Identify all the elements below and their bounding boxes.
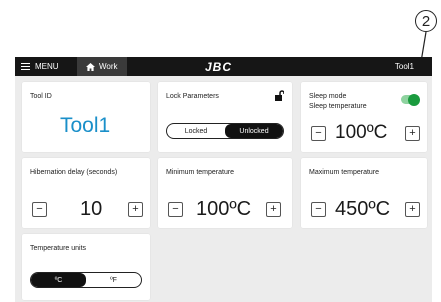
min-temp-plus-button[interactable]: + xyxy=(266,202,281,217)
fahrenheit-option[interactable]: ºF xyxy=(86,273,141,287)
hibernation-minus-button[interactable]: − xyxy=(32,202,47,217)
card-minimum-temperature: Minimum temperature − 100ºC + xyxy=(158,158,292,228)
tab-work[interactable]: Work xyxy=(77,57,127,76)
brand-logo: JBC xyxy=(205,60,233,74)
sleep-mode-toggle[interactable] xyxy=(401,93,420,106)
min-temperature-value: 100ºC xyxy=(196,198,252,220)
card-title: Tool ID xyxy=(30,93,52,100)
card-title: Lock Parameters xyxy=(166,93,219,100)
card-tool-id[interactable]: Tool ID Tool1 xyxy=(22,82,150,152)
min-temp-minus-button[interactable]: − xyxy=(168,202,183,217)
card-maximum-temperature: Maximum temperature − 450ºC + xyxy=(301,158,427,228)
max-temperature-value: 450ºC xyxy=(335,198,391,220)
lock-toggle[interactable]: Locked Unlocked xyxy=(166,123,284,139)
home-icon xyxy=(86,62,95,71)
card-title: Maximum temperature xyxy=(309,169,380,176)
hibernation-plus-button[interactable]: + xyxy=(128,202,143,217)
unlocked-option[interactable]: Unlocked xyxy=(225,124,283,138)
sleep-temperature-value: 100ºC xyxy=(335,122,388,143)
top-bar: MENU Work JBC Tool1 xyxy=(15,57,432,76)
hibernation-delay-value: 10 xyxy=(80,198,103,220)
tab-work-label: Work xyxy=(99,62,118,71)
menu-label: MENU xyxy=(35,62,59,71)
tool-title: Tool1 xyxy=(394,62,414,71)
sleep-temp-minus-button[interactable]: − xyxy=(311,126,326,141)
card-temperature-units: Temperature units ºC ºF xyxy=(22,234,150,300)
card-title: Temperature units xyxy=(30,245,87,252)
card-title: Minimum temperature xyxy=(166,169,235,176)
unlock-icon xyxy=(275,90,284,101)
parameters-panel: Tool ID Tool1 Lock Parameters Locked Unl… xyxy=(15,76,432,302)
card-title: Hibernation delay (seconds) xyxy=(30,169,118,176)
max-temp-plus-button[interactable]: + xyxy=(405,202,420,217)
sleep-temperature-label: Sleep temperature xyxy=(309,103,367,110)
card-lock-parameters: Lock Parameters Locked Unlocked xyxy=(158,82,292,152)
celsius-option[interactable]: ºC xyxy=(31,273,86,287)
card-sleep-mode: Sleep mode Sleep temperature − 100ºC + xyxy=(301,82,427,152)
max-temp-minus-button[interactable]: − xyxy=(311,202,326,217)
temperature-units-toggle[interactable]: ºC ºF xyxy=(30,272,142,288)
hamburger-icon xyxy=(21,63,30,70)
menu-button[interactable]: MENU xyxy=(15,57,77,76)
card-title: Sleep mode xyxy=(309,93,347,100)
card-hibernation-delay: Hibernation delay (seconds) − 10 + xyxy=(22,158,150,228)
locked-option[interactable]: Locked xyxy=(167,124,225,138)
tool-id-value: Tool1 xyxy=(60,114,111,137)
sleep-temp-plus-button[interactable]: + xyxy=(405,126,420,141)
